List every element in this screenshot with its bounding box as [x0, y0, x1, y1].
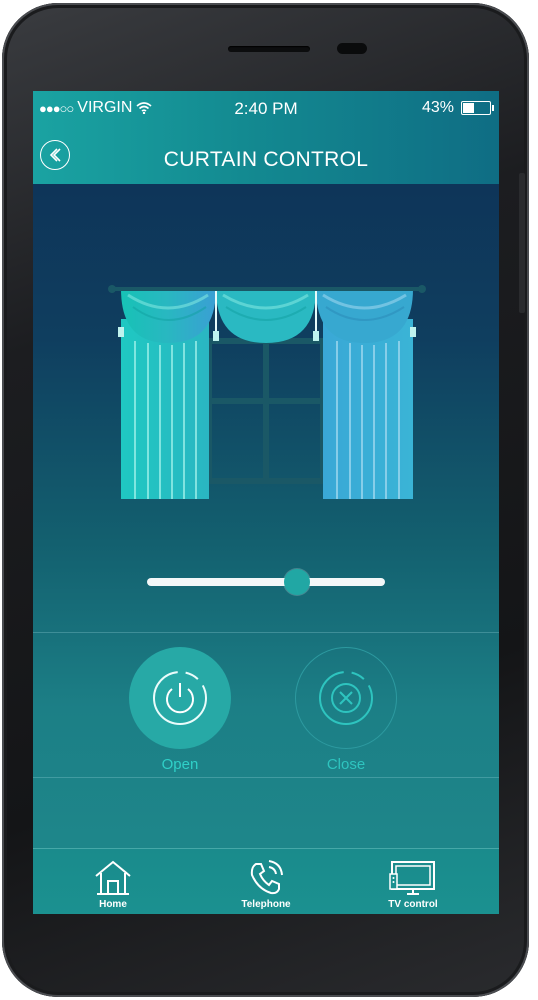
power-icon	[153, 671, 207, 725]
open-button[interactable]: Open	[129, 647, 231, 773]
tab-home[interactable]: Home	[58, 849, 168, 914]
home-icon	[95, 860, 131, 895]
close-icon	[319, 671, 373, 725]
app-header: ●●●○○ VIRGIN 2:40 PM 43% CURTAIN CONTROL	[33, 91, 499, 184]
tab-home-label: Home	[99, 899, 127, 910]
tab-bar: Home Telephone TV control	[33, 848, 499, 914]
app-screen: ●●●○○ VIRGIN 2:40 PM 43% CURTAIN CONTROL…	[33, 91, 499, 914]
tab-telephone-label: Telephone	[241, 899, 291, 910]
right-curtain	[323, 319, 413, 499]
telephone-icon	[250, 860, 283, 895]
divider-bottom	[33, 777, 499, 778]
divider-top	[33, 632, 499, 633]
curtain-position-slider[interactable]	[147, 569, 385, 595]
earpiece-speaker	[228, 46, 310, 52]
battery-percent: 43%	[421, 99, 454, 116]
slider-track[interactable]	[147, 578, 385, 586]
page-title: CURTAIN CONTROL	[163, 148, 369, 171]
status-bar: ●●●○○ VIRGIN 2:40 PM 43%	[33, 97, 499, 119]
close-label: Close	[326, 756, 366, 773]
slider-thumb[interactable]	[283, 569, 310, 595]
tab-tv-control-label: TV control	[388, 899, 438, 910]
front-camera	[337, 43, 367, 54]
tv-icon	[389, 861, 435, 895]
curtain-valance	[118, 287, 416, 343]
window-frame	[206, 338, 326, 484]
tab-tv-control[interactable]: TV control	[358, 849, 468, 914]
curtain-illustration	[108, 285, 426, 499]
open-label: Open	[161, 756, 199, 773]
close-button[interactable]: Close	[295, 647, 397, 773]
battery-info: 43%	[421, 99, 494, 117]
open-button-circle[interactable]	[129, 647, 231, 749]
battery-icon	[461, 101, 494, 115]
tab-telephone[interactable]: Telephone	[211, 849, 321, 914]
left-curtain	[121, 319, 209, 499]
volume-button	[519, 173, 525, 313]
close-button-circle[interactable]	[295, 647, 397, 749]
